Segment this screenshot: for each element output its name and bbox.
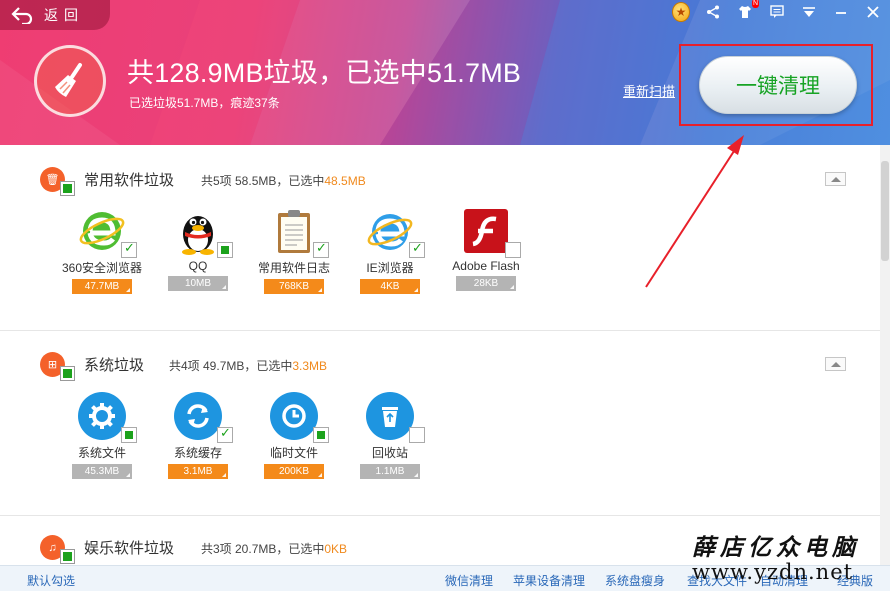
item-ie-browser[interactable]: IE浏览器 4KB xyxy=(342,207,438,294)
section-meta: 共3项 20.7MB，已选中0KB xyxy=(201,542,348,556)
section-entertainment: ♫ 娱乐软件垃圾 共3项 20.7MB，已选中0KB xyxy=(0,517,880,565)
default-select-link[interactable]: 默认勾选 xyxy=(27,572,75,589)
item-name: 系统文件 xyxy=(77,446,126,460)
collapse-button[interactable] xyxy=(825,172,846,186)
checkbox[interactable] xyxy=(409,427,425,443)
checkbox[interactable] xyxy=(313,241,329,258)
one-click-clean-button[interactable]: 一键清理 xyxy=(699,56,857,114)
item-size: 200KB xyxy=(264,464,324,479)
section-system-junk: ⊞ 系统垃圾 共4项 49.7MB，已选中3.3MB 系统文件 45.3MB ✓… xyxy=(0,332,880,516)
item-size: 10MB xyxy=(168,276,228,291)
item-name: 临时文件 xyxy=(269,446,318,460)
item-system-files[interactable]: 系统文件 45.3MB xyxy=(54,392,150,479)
find-large-files-link[interactable]: 查找大文件 xyxy=(687,572,747,589)
skin-button[interactable]: N xyxy=(736,0,759,21)
item-size: 45.3MB xyxy=(72,464,132,479)
item-software-log[interactable]: 常用软件日志 768KB xyxy=(246,207,342,294)
checkbox[interactable] xyxy=(313,427,329,443)
footer-bar: 默认勾选 微信清理 苹果设备清理 系统盘瘦身 查找大文件 自动清理 经典版 xyxy=(0,565,890,591)
section-checkbox-common-software[interactable]: 🗑 xyxy=(40,167,76,197)
message-icon xyxy=(770,5,784,18)
checkbox[interactable] xyxy=(217,242,233,258)
summary-subtitle: 已选垃圾51.7MB，痕迹37条 xyxy=(129,96,280,110)
item-temp-files[interactable]: 临时文件 200KB xyxy=(246,392,342,479)
medal-icon: ★ xyxy=(672,2,690,22)
share-icon xyxy=(707,5,719,19)
back-label: 返回 xyxy=(44,7,84,23)
clock-icon xyxy=(282,404,306,428)
new-badge: N xyxy=(751,0,759,8)
checkbox[interactable] xyxy=(121,241,137,258)
item-name: 360安全浏览器 xyxy=(61,261,143,275)
close-button[interactable] xyxy=(864,3,882,21)
section-checkbox-entertainment[interactable]: ♫ xyxy=(40,535,76,565)
item-name: IE浏览器 xyxy=(366,261,414,275)
section-meta: 共5项 58.5MB，已选中48.5MB xyxy=(201,174,366,188)
adobe-flash-icon xyxy=(464,209,508,253)
section-title: 娱乐软件垃圾 xyxy=(84,540,175,557)
menu-button[interactable] xyxy=(800,3,818,21)
checkbox[interactable] xyxy=(121,427,137,443)
item-recycle-bin[interactable]: 回收站 1.1MB xyxy=(342,392,438,479)
broom-status-icon xyxy=(34,45,106,117)
item-size: 28KB xyxy=(456,276,516,291)
checkbox[interactable] xyxy=(217,426,233,443)
minimize-icon xyxy=(836,12,846,14)
window-controls: ★ N xyxy=(672,0,882,22)
section-common-software: 🗑 常用软件垃圾 共5项 58.5MB，已选中48.5MB 360安全浏览器 4… xyxy=(0,145,880,331)
gear-icon xyxy=(89,403,115,429)
item-name: 常用软件日志 xyxy=(257,261,330,275)
summary-title: 共128.9MB垃圾，已选中51.7MB xyxy=(127,58,522,88)
apple-device-clean-link[interactable]: 苹果设备清理 xyxy=(513,572,585,589)
classic-version-link[interactable]: 经典版 xyxy=(837,572,873,589)
item-size: 3.1MB xyxy=(168,464,228,479)
section-title: 系统垃圾 xyxy=(84,357,145,374)
item-360-browser[interactable]: 360安全浏览器 47.7MB xyxy=(54,207,150,294)
share-button[interactable] xyxy=(704,3,722,21)
scan-result-list: 🗑 常用软件垃圾 共5项 58.5MB，已选中48.5MB 360安全浏览器 4… xyxy=(0,145,880,565)
collapse-button[interactable] xyxy=(825,357,846,371)
back-button[interactable]: 返回 xyxy=(0,0,110,30)
section-meta: 共4项 49.7MB，已选中3.3MB xyxy=(169,359,328,373)
medal-button[interactable]: ★ xyxy=(672,2,690,22)
item-name: 系统缓存 xyxy=(173,446,222,460)
section-checkbox-system[interactable]: ⊞ xyxy=(40,352,76,382)
menu-down-icon xyxy=(803,7,815,17)
item-qq[interactable]: QQ 10MB xyxy=(150,207,246,291)
item-size: 768KB xyxy=(264,279,324,294)
vertical-scrollbar[interactable] xyxy=(880,145,890,565)
refresh-icon xyxy=(187,404,209,428)
close-icon xyxy=(867,6,879,18)
rescan-link[interactable]: 重新扫描 xyxy=(623,81,675,100)
360-browser-icon xyxy=(79,212,125,250)
feedback-button[interactable] xyxy=(768,3,786,21)
item-name: Adobe Flash xyxy=(452,259,520,273)
item-name: 回收站 xyxy=(371,446,408,460)
item-size: 47.7MB xyxy=(72,279,132,294)
minimize-button[interactable] xyxy=(832,3,850,21)
item-system-cache[interactable]: 系统缓存 3.1MB xyxy=(150,392,246,479)
checkbox[interactable] xyxy=(505,242,521,258)
item-adobe-flash[interactable]: Adobe Flash 28KB xyxy=(438,207,534,291)
item-name: QQ xyxy=(188,259,208,273)
broom-icon xyxy=(55,63,82,97)
checkbox[interactable] xyxy=(409,241,425,258)
auto-clean-link[interactable]: 自动清理 xyxy=(760,572,808,589)
scrollbar-thumb[interactable] xyxy=(881,161,889,261)
shirt-icon xyxy=(739,6,751,18)
system-disk-slim-link[interactable]: 系统盘瘦身 xyxy=(605,572,665,589)
qq-penguin-icon xyxy=(182,216,214,255)
section-title: 常用软件垃圾 xyxy=(84,172,175,189)
clipboard-log-icon xyxy=(278,210,310,253)
recycle-bin-icon xyxy=(382,407,398,427)
wechat-clean-link[interactable]: 微信清理 xyxy=(445,572,493,589)
ie-browser-icon xyxy=(367,214,413,250)
item-size: 1.1MB xyxy=(360,464,420,479)
back-arrow-icon xyxy=(11,7,33,24)
item-size: 4KB xyxy=(360,279,420,294)
